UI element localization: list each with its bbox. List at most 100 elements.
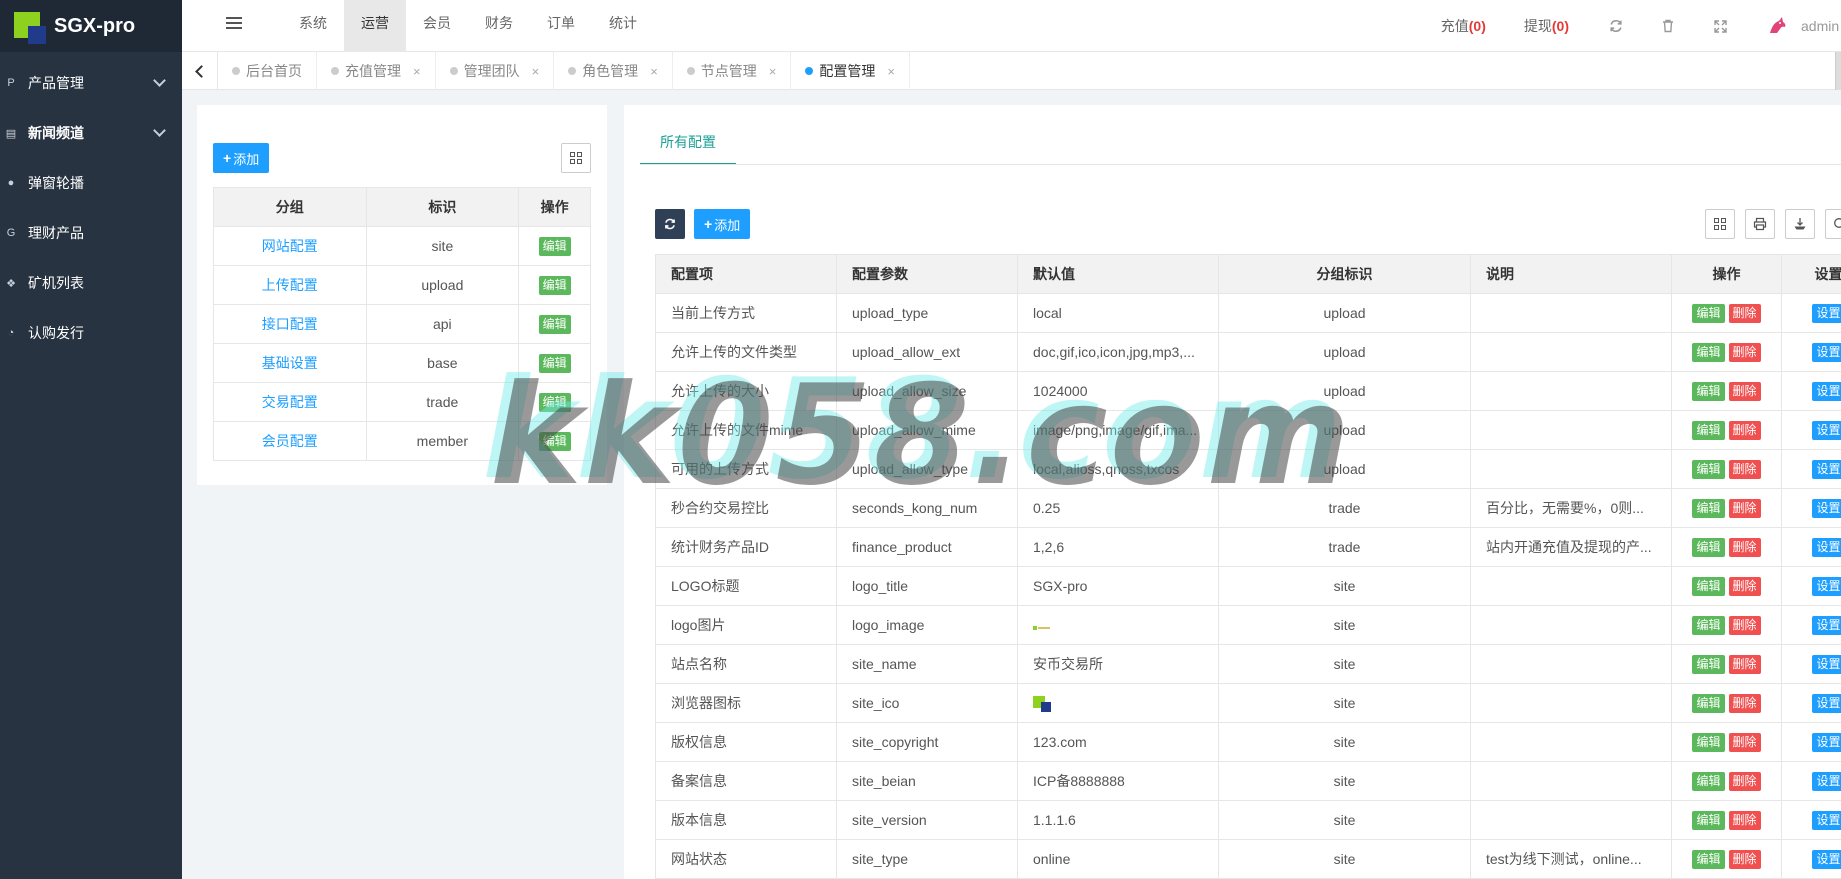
delete-button[interactable]: 删除	[1728, 459, 1761, 479]
set-button[interactable]: 设置	[1812, 654, 1841, 674]
edit-button[interactable]: 编辑	[538, 431, 571, 451]
close-icon[interactable]: ×	[532, 64, 540, 79]
trash-icon[interactable]	[1659, 17, 1677, 35]
page-tab[interactable]: 后台首页	[218, 52, 317, 90]
sidebar-item[interactable]: G 理财产品	[0, 208, 182, 258]
refresh-button[interactable]	[655, 209, 685, 239]
group-link[interactable]: 网站配置	[213, 226, 367, 266]
recharge-link[interactable]: 充值(0)	[1441, 16, 1486, 36]
set-button[interactable]: 设置	[1812, 576, 1841, 596]
avatar[interactable]	[1763, 12, 1791, 40]
sidebar-item[interactable]: P 产品管理	[0, 58, 182, 108]
edit-button[interactable]: 编辑	[1692, 771, 1725, 791]
page-tab[interactable]: 充值管理 ×	[317, 52, 436, 90]
edit-button[interactable]: 编辑	[538, 236, 571, 256]
edit-button[interactable]: 编辑	[1692, 459, 1725, 479]
edit-button[interactable]: 编辑	[1692, 693, 1725, 713]
add-group-button[interactable]: + 添加	[213, 143, 270, 173]
print-icon[interactable]	[1745, 209, 1775, 239]
set-button[interactable]: 设置	[1812, 459, 1841, 479]
close-icon[interactable]: ×	[413, 64, 421, 79]
delete-button[interactable]: 删除	[1728, 771, 1761, 791]
page-tab[interactable]: 管理团队 ×	[436, 52, 555, 90]
add-config-button[interactable]: + 添加	[694, 209, 751, 239]
edit-button[interactable]: 编辑	[538, 353, 571, 373]
edit-button[interactable]: 编辑	[1692, 342, 1725, 362]
page-tab[interactable]: 角色管理 ×	[554, 52, 673, 90]
tabs-prev-icon[interactable]	[182, 52, 218, 90]
close-icon[interactable]: ×	[769, 64, 777, 79]
tabs-scrollbar[interactable]	[1835, 52, 1841, 90]
group-link[interactable]: 基础设置	[213, 343, 367, 383]
top-nav-item[interactable]: 系统	[282, 0, 344, 52]
edit-button[interactable]: 编辑	[1692, 420, 1725, 440]
delete-button[interactable]: 删除	[1728, 303, 1761, 323]
edit-button[interactable]: 编辑	[1692, 849, 1725, 869]
page-tab[interactable]: 配置管理 ×	[791, 52, 910, 90]
delete-button[interactable]: 删除	[1728, 498, 1761, 518]
columns-toggle-icon[interactable]	[561, 143, 591, 173]
sidebar-item[interactable]: ◔ 认购发行	[0, 308, 182, 358]
delete-button[interactable]: 删除	[1728, 693, 1761, 713]
set-button[interactable]: 设置	[1812, 732, 1841, 752]
tab-all-config[interactable]: 所有配置	[640, 127, 736, 165]
set-button[interactable]: 设置	[1812, 381, 1841, 401]
edit-button[interactable]: 编辑	[538, 314, 571, 334]
set-button[interactable]: 设置	[1812, 615, 1841, 635]
set-button[interactable]: 设置	[1812, 498, 1841, 518]
set-button[interactable]: 设置	[1812, 849, 1841, 869]
set-button[interactable]: 设置	[1812, 303, 1841, 323]
top-nav-item[interactable]: 订单	[530, 0, 592, 52]
delete-button[interactable]: 删除	[1728, 576, 1761, 596]
delete-button[interactable]: 删除	[1728, 381, 1761, 401]
export-icon[interactable]	[1785, 209, 1815, 239]
delete-button[interactable]: 删除	[1728, 732, 1761, 752]
set-button[interactable]: 设置	[1812, 693, 1841, 713]
delete-button[interactable]: 删除	[1728, 849, 1761, 869]
group-link[interactable]: 交易配置	[213, 382, 367, 422]
edit-button[interactable]: 编辑	[1692, 576, 1725, 596]
edit-button[interactable]: 编辑	[1692, 615, 1725, 635]
fullscreen-icon[interactable]	[1711, 17, 1729, 35]
edit-button[interactable]: 编辑	[538, 392, 571, 412]
search-icon[interactable]	[1825, 209, 1841, 239]
edit-button[interactable]: 编辑	[1692, 381, 1725, 401]
withdraw-link[interactable]: 提现(0)	[1524, 16, 1569, 36]
top-nav-item[interactable]: 运营	[344, 0, 406, 52]
sidebar-item[interactable]: ● 弹窗轮播	[0, 158, 182, 208]
top-nav-item[interactable]: 财务	[468, 0, 530, 52]
edit-button[interactable]: 编辑	[538, 275, 571, 295]
delete-button[interactable]: 删除	[1728, 810, 1761, 830]
set-button[interactable]: 设置	[1812, 537, 1841, 557]
edit-button[interactable]: 编辑	[1692, 303, 1725, 323]
edit-button[interactable]: 编辑	[1692, 654, 1725, 674]
edit-button[interactable]: 编辑	[1692, 810, 1725, 830]
group-link[interactable]: 接口配置	[213, 304, 367, 344]
delete-button[interactable]: 删除	[1728, 342, 1761, 362]
top-nav-item[interactable]: 统计	[592, 0, 654, 52]
delete-button[interactable]: 删除	[1728, 537, 1761, 557]
set-button[interactable]: 设置	[1812, 771, 1841, 791]
sidebar-item[interactable]: ▤ 新闻频道	[0, 108, 182, 158]
delete-button[interactable]: 删除	[1728, 654, 1761, 674]
close-icon[interactable]: ×	[887, 64, 895, 79]
page-tab[interactable]: 节点管理 ×	[673, 52, 792, 90]
columns-toggle-icon[interactable]	[1705, 209, 1735, 239]
sidebar-item[interactable]: ❖ 矿机列表	[0, 258, 182, 308]
top-nav-item[interactable]: 会员	[406, 0, 468, 52]
close-icon[interactable]: ×	[650, 64, 658, 79]
edit-button[interactable]: 编辑	[1692, 498, 1725, 518]
admin-name[interactable]: admin	[1801, 18, 1841, 34]
set-button[interactable]: 设置	[1812, 342, 1841, 362]
set-button[interactable]: 设置	[1812, 420, 1841, 440]
group-link[interactable]: 会员配置	[213, 421, 367, 461]
edit-button[interactable]: 编辑	[1692, 537, 1725, 557]
delete-button[interactable]: 删除	[1728, 420, 1761, 440]
menu-toggle-icon[interactable]	[226, 17, 242, 31]
set-button[interactable]: 设置	[1812, 810, 1841, 830]
refresh-icon[interactable]	[1607, 17, 1625, 35]
group-link[interactable]: 上传配置	[213, 265, 367, 305]
delete-button[interactable]: 删除	[1728, 615, 1761, 635]
edit-button[interactable]: 编辑	[1692, 732, 1725, 752]
brand[interactable]: SGX-pro	[0, 0, 182, 52]
